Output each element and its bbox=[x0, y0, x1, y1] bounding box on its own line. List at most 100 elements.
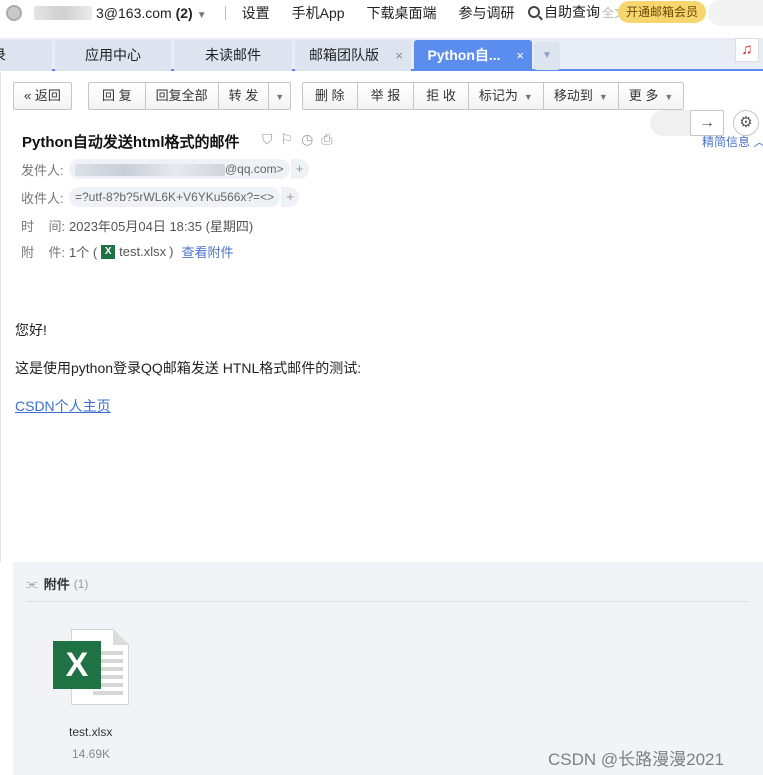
chevron-down-icon: ▼ bbox=[664, 92, 674, 102]
attachment-close-paren: ) bbox=[169, 244, 174, 259]
account-switcher[interactable]: 3@163.com (2) ▼ bbox=[96, 5, 207, 21]
brief-info-label: 精简信息 bbox=[702, 135, 751, 149]
brief-info-toggle[interactable]: 精简信息 ︿ bbox=[702, 133, 763, 150]
tab-label: 录 bbox=[0, 40, 52, 71]
close-icon[interactable]: × bbox=[516, 40, 524, 71]
time-label: 时 间: bbox=[21, 219, 66, 234]
mail-subject: Python自动发送html格式的邮件 bbox=[22, 134, 240, 151]
more-label: 更 多 bbox=[628, 88, 659, 103]
mobile-app-link[interactable]: 手机App bbox=[292, 3, 345, 23]
back-label: 返回 bbox=[34, 88, 61, 103]
attachment-file-name[interactable]: test.xlsx bbox=[69, 725, 112, 739]
tab-inbox-partial[interactable]: 录 bbox=[0, 40, 52, 71]
divider bbox=[224, 6, 226, 20]
from-label: 发件人: bbox=[21, 162, 64, 178]
attachment-file-size: 14.69K bbox=[72, 747, 111, 761]
report-button[interactable]: 举 报 bbox=[358, 83, 415, 109]
sender-chip[interactable]: @qq.com> bbox=[69, 159, 290, 179]
flag-icon[interactable]: ⚐ bbox=[281, 131, 294, 148]
bookmark-icon[interactable]: ⛉ bbox=[262, 131, 273, 148]
recipient-chip[interactable]: =?utf-8?b?5rWL6K+V6YKu566x?=<> bbox=[69, 187, 281, 207]
survey-link[interactable]: 参与调研 bbox=[459, 3, 515, 23]
account-count: (2) bbox=[175, 5, 193, 21]
sender-email: @qq.com> bbox=[225, 162, 284, 176]
arrow-right-icon: → bbox=[699, 114, 715, 131]
search-icon bbox=[528, 6, 540, 18]
chevron-up-icon: ︿ bbox=[753, 135, 763, 149]
csdn-link-text[interactable]: CSDN个人主页 bbox=[15, 398, 111, 414]
tab-label: Python自... bbox=[427, 47, 501, 63]
chevron-down-icon: ▼ bbox=[598, 92, 608, 102]
attachments-panel: ⫘ 附件 (1) X test.xlsx 14.69K bbox=[13, 562, 763, 775]
attachment-label: 附 件: bbox=[21, 245, 66, 260]
excel-file-icon: X bbox=[101, 244, 116, 259]
csdn-profile-link[interactable]: CSDN个人主页 bbox=[15, 396, 111, 416]
account-name-blurred bbox=[34, 6, 92, 20]
tab-more-chevron-icon[interactable]: ▼ bbox=[534, 42, 560, 70]
add-contact-icon[interactable]: + bbox=[281, 187, 300, 207]
attachment-count: 1个 ( bbox=[69, 245, 98, 260]
to-label: 收件人: bbox=[21, 190, 64, 206]
action-group: 删 除 举 报 拒 收 标记为 ▼ 移动到 ▼ 更 多 ▼ bbox=[302, 82, 685, 110]
sender-name-blurred bbox=[75, 163, 225, 176]
account-email: 3@163.com bbox=[96, 5, 172, 21]
attachments-header: ⫘ 附件 (1) bbox=[26, 574, 88, 593]
time-row: 时 间: 2023年05月04日 18:35 (星期四) bbox=[21, 216, 253, 235]
tab-label: 邮箱团队版 bbox=[309, 47, 379, 63]
close-icon[interactable]: × bbox=[395, 40, 403, 71]
vip-upgrade-button[interactable]: 开通邮箱会员 bbox=[618, 1, 707, 23]
tab-bar: 录 应用中心 未读邮件 邮箱团队版 × Python自... × ▼ bbox=[0, 38, 763, 71]
topbar-right-area bbox=[708, 0, 763, 26]
content-border bbox=[0, 72, 3, 562]
attachment-row: 附 件: 1个 ( X test.xlsx ) 查看附件 bbox=[21, 242, 234, 261]
tab-team-edition[interactable]: 邮箱团队版 × bbox=[295, 40, 411, 71]
back-group: « 返回 bbox=[13, 82, 72, 110]
chevron-down-icon: ▼ bbox=[196, 10, 207, 21]
search-box[interactable]: 自助查询 全文 bbox=[528, 2, 626, 22]
reject-button[interactable]: 拒 收 bbox=[414, 83, 469, 109]
music-note-icon[interactable]: ♫ bbox=[735, 38, 759, 62]
more-dropdown[interactable]: 更 多 ▼ bbox=[619, 83, 684, 109]
move-to-label: 移动到 bbox=[553, 88, 593, 103]
view-attachments-link[interactable]: 查看附件 bbox=[181, 242, 233, 261]
mark-as-label: 标记为 bbox=[478, 88, 518, 103]
account-avatar-icon[interactable] bbox=[6, 5, 22, 21]
print-icon[interactable]: ⎙ bbox=[321, 131, 332, 148]
to-row: 收件人: =?utf-8?b?5rWL6K+V6YKu566x?=<> + bbox=[21, 187, 300, 207]
double-chevron-left-icon: « bbox=[24, 88, 32, 103]
mark-as-dropdown[interactable]: 标记为 ▼ bbox=[469, 83, 544, 109]
back-button[interactable]: « 返回 bbox=[14, 83, 71, 109]
tab-current-mail[interactable]: Python自... × bbox=[414, 40, 532, 71]
desktop-download-link[interactable]: 下载桌面端 bbox=[367, 3, 437, 23]
tab-app-center[interactable]: 应用中心 bbox=[55, 40, 171, 71]
forward-button[interactable]: 转 发 bbox=[219, 83, 270, 109]
paperclip-icon: ⫘ bbox=[26, 575, 38, 591]
delete-button[interactable]: 删 除 bbox=[303, 83, 358, 109]
body-paragraph: 这是使用python登录QQ邮箱发送 HTNL格式邮件的测试: bbox=[15, 360, 362, 376]
attachment-filename[interactable]: test.xlsx bbox=[119, 244, 166, 259]
body-greeting: 您好! bbox=[15, 322, 47, 338]
tab-label: 应用中心 bbox=[85, 47, 141, 63]
subject-actions: ⛉ ⚐ ◷ ⎙ bbox=[262, 131, 332, 148]
forward-dropdown[interactable]: ▼ bbox=[269, 83, 290, 109]
from-row: 发件人: @qq.com> + bbox=[21, 159, 309, 179]
reply-button[interactable]: 回 复 bbox=[89, 83, 146, 109]
settings-link[interactable]: 设置 bbox=[242, 3, 270, 23]
reply-all-button[interactable]: 回复全部 bbox=[146, 83, 219, 109]
reply-group: 回 复 回复全部 转 发 ▼ bbox=[88, 82, 292, 110]
chevron-down-icon: ▼ bbox=[523, 92, 533, 102]
divider bbox=[26, 601, 749, 602]
clock-icon[interactable]: ◷ bbox=[301, 131, 313, 148]
move-to-dropdown[interactable]: 移动到 ▼ bbox=[544, 83, 619, 109]
add-contact-icon[interactable]: + bbox=[290, 159, 309, 179]
self-service-query[interactable]: 自助查询 bbox=[544, 2, 600, 22]
excel-file-icon[interactable]: X bbox=[53, 629, 129, 705]
csdn-watermark: CSDN @长路漫漫2021 bbox=[548, 750, 724, 769]
chevron-down-icon: ▼ bbox=[275, 92, 285, 102]
excel-x-badge: X bbox=[53, 641, 101, 689]
attachments-count: (1) bbox=[73, 576, 89, 591]
tab-label: 未读邮件 bbox=[205, 47, 261, 63]
tab-unread-mail[interactable]: 未读邮件 bbox=[174, 40, 292, 71]
attachments-title: 附件 bbox=[43, 577, 70, 592]
time-value: 2023年05月04日 18:35 (星期四) bbox=[69, 219, 254, 234]
